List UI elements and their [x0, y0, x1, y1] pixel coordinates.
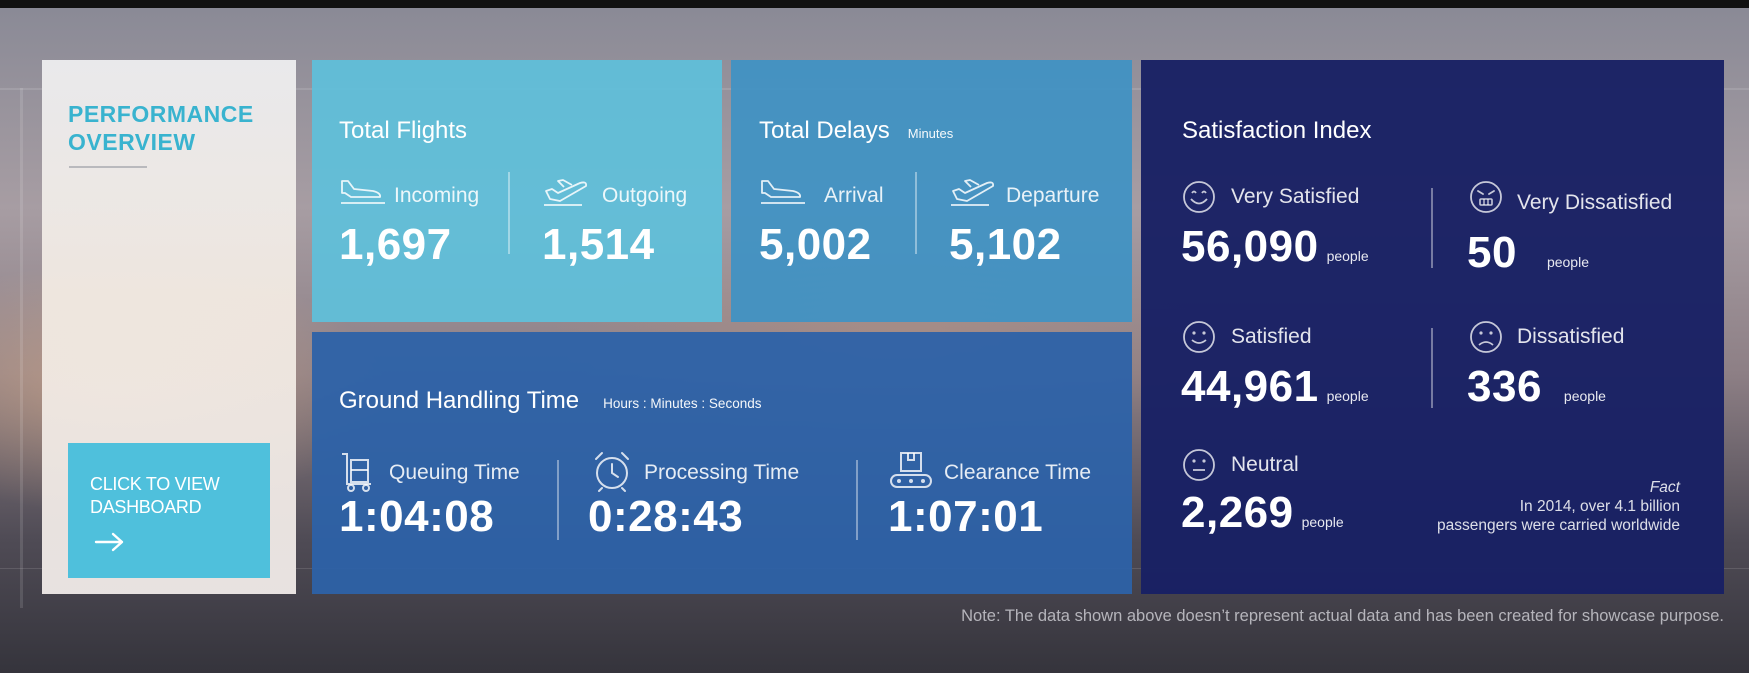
queuing-time-value: 1:04:08: [339, 492, 495, 541]
divider: [557, 460, 559, 540]
people-unit: people: [1326, 388, 1369, 404]
satisfied-value: 44,961 people: [1181, 362, 1369, 412]
total-delays-panel: Total Delays Minutes Arrival 5,002 Depart…: [731, 60, 1132, 322]
people-unit: people: [1563, 388, 1606, 404]
clearance-time-value: 1:07:01: [888, 492, 1044, 541]
page-title: PERFORMANCE OVERVIEW: [68, 101, 254, 155]
luggage-cart-icon: [342, 453, 371, 492]
arrival-value: 5,002: [759, 220, 872, 269]
divider: [915, 172, 917, 254]
plane-takeoff-icon: [951, 179, 995, 206]
total-delays-title: Total Delays Minutes: [759, 117, 953, 145]
incoming-value: 1,697: [339, 220, 452, 269]
frown-face-icon: [1470, 321, 1502, 353]
dissatisfied-value: 336 people: [1467, 362, 1606, 412]
ground-handling-title: Ground Handling Time Hours : Minutes : Se…: [339, 387, 761, 415]
satisfied-number: 44,961: [1181, 362, 1319, 411]
fact-line: passengers were carried worldwide: [1437, 517, 1680, 534]
fact-heading: Fact: [1649, 479, 1680, 496]
angry-face-icon: [1470, 181, 1502, 213]
fact-box: Fact In 2014, over 4.1 billion passenger…: [1437, 478, 1680, 535]
top-bar: [0, 0, 1749, 8]
view-dashboard-button[interactable]: CLICK TO VIEW DASHBOARD: [68, 443, 270, 578]
ground-handling-heading: Ground Handling Time: [339, 387, 580, 414]
fact-line: In 2014, over 4.1 billion: [1519, 498, 1680, 515]
divider: [1431, 328, 1433, 408]
alarm-clock-icon: [595, 452, 629, 492]
view-dashboard-label: CLICK TO VIEW DASHBOARD: [90, 474, 220, 517]
incoming-label: Incoming: [394, 184, 480, 207]
processing-time-label: Processing Time: [644, 461, 800, 484]
total-delays-heading: Total Delays: [759, 117, 890, 144]
outgoing-value: 1,514: [542, 220, 655, 269]
neutral-label: Neutral: [1231, 453, 1299, 476]
grin-face-icon: [1183, 181, 1215, 213]
ground-handling-panel: Ground Handling Time Hours : Minutes : Se…: [312, 332, 1132, 594]
plane-landing-icon: [341, 180, 385, 204]
divider: [508, 172, 510, 254]
people-unit: people: [1301, 514, 1344, 530]
processing-time-value: 0:28:43: [588, 492, 744, 541]
people-unit: people: [1326, 248, 1369, 264]
plane-takeoff-icon: [544, 179, 588, 206]
conveyor-belt-icon: [890, 452, 932, 488]
neutral-value: 2,269 people: [1181, 488, 1344, 538]
satisfaction-title: Satisfaction Index: [1182, 117, 1372, 144]
plane-landing-icon: [761, 180, 805, 204]
total-delays-unit: Minutes: [907, 126, 954, 141]
clearance-time-label: Clearance Time: [944, 461, 1092, 484]
neutral-face-icon: [1183, 449, 1215, 481]
divider: [1431, 188, 1433, 268]
dissatisfied-number: 336: [1467, 362, 1542, 411]
arrow-right-icon: [94, 532, 124, 552]
very-dissatisfied-number: 50: [1467, 228, 1517, 277]
departure-label: Departure: [1006, 184, 1100, 207]
smile-face-icon: [1183, 321, 1215, 353]
total-flights-title: Total Flights: [339, 117, 468, 144]
total-flights-panel: Total Flights Incoming 1,697 Outgoing 1,…: [312, 60, 722, 322]
dissatisfied-label: Dissatisfied: [1517, 325, 1625, 348]
title-divider: [69, 166, 147, 168]
arrival-label: Arrival: [824, 184, 884, 207]
very-dissatisfied-value: 50 people: [1467, 228, 1589, 278]
very-satisfied-number: 56,090: [1181, 222, 1319, 271]
neutral-number: 2,269: [1181, 488, 1294, 537]
satisfied-label: Satisfied: [1231, 325, 1312, 348]
departure-value: 5,102: [949, 220, 1062, 269]
very-dissatisfied-label: Very Dissatisfied: [1517, 191, 1673, 214]
sidebar-panel: PERFORMANCE OVERVIEW CLICK TO VIEW DASHB…: [42, 60, 296, 594]
people-unit: people: [1546, 254, 1589, 270]
very-satisfied-value: 56,090 people: [1181, 222, 1369, 272]
outgoing-label: Outgoing: [602, 184, 688, 207]
ground-handling-unit: Hours : Minutes : Seconds: [603, 396, 762, 411]
queuing-time-label: Queuing Time: [389, 461, 520, 484]
satisfaction-panel: Satisfaction Index Very Satisfied 56,090…: [1141, 60, 1724, 594]
divider: [856, 460, 858, 540]
very-satisfied-label: Very Satisfied: [1231, 185, 1360, 208]
disclaimer-note: Note: The data shown above doesn’t repre…: [961, 607, 1724, 625]
